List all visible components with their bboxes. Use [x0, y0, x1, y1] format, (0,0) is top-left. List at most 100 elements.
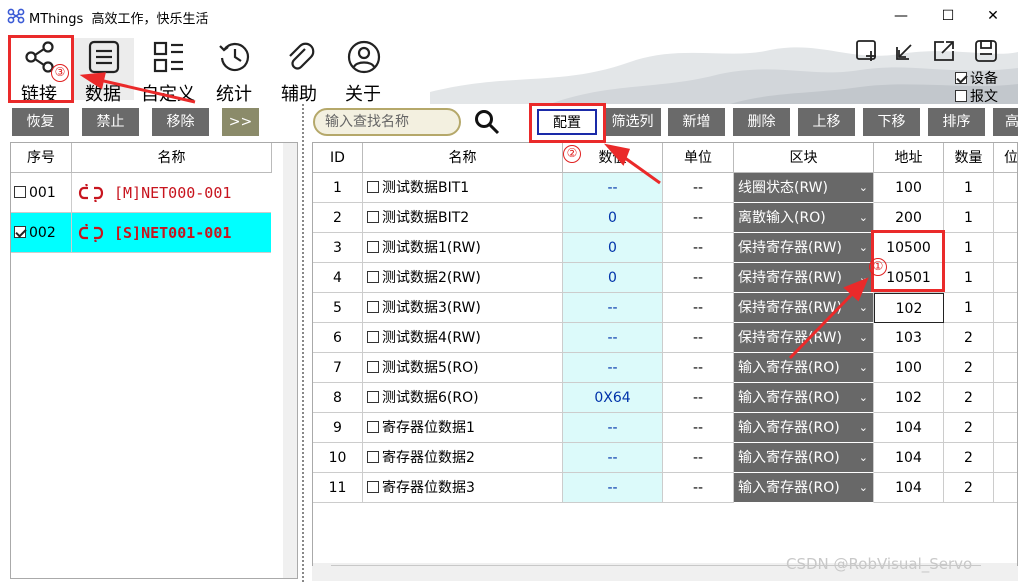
cell-address[interactable]: 200 — [874, 203, 944, 233]
cell-value[interactable]: 0 — [563, 233, 663, 263]
checkbox-empty-icon[interactable] — [367, 241, 379, 253]
cell-value[interactable]: -- — [563, 443, 663, 473]
checkbox-empty-icon[interactable] — [367, 331, 379, 343]
cell-area[interactable]: 离散输入(RO) ⌄ — [734, 203, 874, 233]
cell-address[interactable]: 104 — [874, 443, 944, 473]
checkbox-empty-icon[interactable] — [367, 361, 379, 373]
cell-value[interactable]: -- — [563, 293, 663, 323]
cell-area[interactable]: 输入寄存器(RO) ⌄ — [734, 413, 874, 443]
sort-button[interactable]: 排序 — [928, 108, 985, 136]
cell-name[interactable]: 寄存器位数据1 — [363, 413, 563, 443]
chevron-down-icon[interactable]: ⌄ — [859, 383, 868, 412]
toolbar-about-button[interactable]: 关于 — [332, 38, 394, 104]
cell-address[interactable]: 103 — [874, 323, 944, 353]
chevron-down-icon[interactable]: ⌄ — [859, 173, 868, 202]
chevron-down-icon[interactable]: ⌄ — [859, 443, 868, 472]
cell-name[interactable]: 测试数据BIT1 — [363, 173, 563, 203]
add-window-icon[interactable] — [855, 39, 879, 63]
expand-panel-button[interactable]: >> — [222, 108, 259, 136]
cell-name[interactable]: 测试数据6(RO) — [363, 383, 563, 413]
delete-button[interactable]: 删除 — [733, 108, 790, 136]
toolbar-stats-button[interactable]: 统计 — [203, 38, 265, 104]
column-header-index[interactable]: 序号 — [11, 143, 72, 173]
cell-area[interactable]: 保持寄存器(RW) ⌄ — [734, 233, 874, 263]
cell-area[interactable]: 输入寄存器(RO) ⌄ — [734, 443, 874, 473]
cell-value[interactable]: 0 — [563, 203, 663, 233]
restore-button[interactable]: 恢复 — [12, 108, 69, 136]
close-button[interactable]: ✕ — [970, 0, 1016, 32]
cell-name[interactable]: 测试数据3(RW) — [363, 293, 563, 323]
cell-area[interactable]: 线圈状态(RW) ⌄ — [734, 173, 874, 203]
panel-splitter[interactable] — [302, 104, 304, 582]
save-icon[interactable] — [974, 39, 998, 63]
search-input[interactable]: 输入查找名称 — [313, 108, 461, 136]
device-row[interactable]: 001 [M]NET000-001 — [11, 173, 271, 213]
chevron-down-icon[interactable]: ⌄ — [859, 413, 868, 442]
toolbar-assist-button[interactable]: 辅助 — [268, 38, 330, 104]
chevron-down-icon[interactable]: ⌄ — [859, 233, 868, 262]
toolbar-data-button[interactable]: 数据 — [72, 38, 134, 104]
column-header-quantity[interactable]: 数量 — [944, 143, 994, 173]
cell-address[interactable]: 104 — [874, 473, 944, 503]
chevron-down-icon[interactable]: ⌄ — [859, 323, 868, 352]
checkbox-empty-icon[interactable] — [367, 181, 379, 193]
filter-columns-button[interactable]: 筛选列 — [604, 108, 661, 136]
checkbox-empty-icon[interactable] — [367, 451, 379, 463]
device-row-selected[interactable]: 002 [S]NET001-001 — [11, 213, 271, 253]
cell-value[interactable]: -- — [563, 173, 663, 203]
cell-address[interactable]: 102 — [874, 383, 944, 413]
message-checkbox[interactable]: 报文 — [955, 86, 998, 104]
left-vertical-scrollbar[interactable] — [283, 143, 297, 578]
cell-name[interactable]: 测试数据2(RW) — [363, 263, 563, 293]
add-button[interactable]: 新增 — [668, 108, 725, 136]
cell-area[interactable]: 保持寄存器(RW) ⌄ — [734, 263, 874, 293]
move-down-button[interactable]: 下移 — [863, 108, 920, 136]
chevron-down-icon[interactable]: ⌄ — [859, 293, 868, 322]
chevron-down-icon[interactable]: ⌄ — [859, 263, 868, 292]
cell-address[interactable]: 100 — [874, 353, 944, 383]
cell-area[interactable]: 输入寄存器(RO) ⌄ — [734, 383, 874, 413]
column-header-name[interactable]: 名称 — [363, 143, 563, 173]
cell-name[interactable]: 测试数据5(RO) — [363, 353, 563, 383]
cell-area[interactable]: 输入寄存器(RO) ⌄ — [734, 353, 874, 383]
checkbox-checked-icon[interactable] — [14, 226, 26, 238]
chevron-down-icon[interactable]: ⌄ — [859, 473, 868, 502]
checkbox-empty-icon[interactable] — [367, 271, 379, 283]
checkbox-empty-icon[interactable] — [367, 421, 379, 433]
cell-value[interactable]: -- — [563, 473, 663, 503]
cell-value[interactable]: -- — [563, 413, 663, 443]
cell-address[interactable]: 102 — [874, 293, 944, 323]
checkbox-empty-icon[interactable] — [367, 301, 379, 313]
cell-value[interactable]: 0 — [563, 263, 663, 293]
cell-area[interactable]: 保持寄存器(RW) ⌄ — [734, 323, 874, 353]
chevron-down-icon[interactable]: ⌄ — [859, 353, 868, 382]
checkbox-empty-icon[interactable] — [367, 391, 379, 403]
maximize-button[interactable]: ☐ — [925, 0, 971, 32]
cell-name[interactable]: 测试数据BIT2 — [363, 203, 563, 233]
toolbar-custom-button[interactable]: 自定义 — [137, 38, 199, 104]
cell-area[interactable]: 保持寄存器(RW) ⌄ — [734, 293, 874, 323]
cell-value[interactable]: -- — [563, 323, 663, 353]
cell-area[interactable]: 输入寄存器(RO) ⌄ — [734, 473, 874, 503]
cell-value[interactable]: 0X64 — [563, 383, 663, 413]
cell-name[interactable]: 寄存器位数据3 — [363, 473, 563, 503]
remove-button[interactable]: 移除 — [152, 108, 209, 136]
chevron-down-icon[interactable]: ⌄ — [859, 203, 868, 232]
minimize-button[interactable]: — — [878, 0, 924, 32]
device-checkbox[interactable]: 设备 — [955, 68, 998, 88]
cell-value[interactable]: -- — [563, 353, 663, 383]
column-header-address[interactable]: 地址 — [874, 143, 944, 173]
column-header-name[interactable]: 名称 — [72, 143, 272, 173]
shrink-icon[interactable] — [893, 39, 917, 63]
column-header-bit[interactable]: 位 — [994, 143, 1017, 173]
cell-name[interactable]: 测试数据4(RW) — [363, 323, 563, 353]
checkbox-empty-icon[interactable] — [14, 186, 26, 198]
disable-button[interactable]: 禁止 — [82, 108, 139, 136]
cell-address[interactable]: 104 — [874, 413, 944, 443]
column-header-area[interactable]: 区块 — [734, 143, 874, 173]
search-icon[interactable] — [472, 108, 502, 136]
column-header-unit[interactable]: 单位 — [663, 143, 734, 173]
column-header-id[interactable]: ID — [313, 143, 363, 173]
cell-name[interactable]: 测试数据1(RW) — [363, 233, 563, 263]
move-up-button[interactable]: 上移 — [798, 108, 855, 136]
